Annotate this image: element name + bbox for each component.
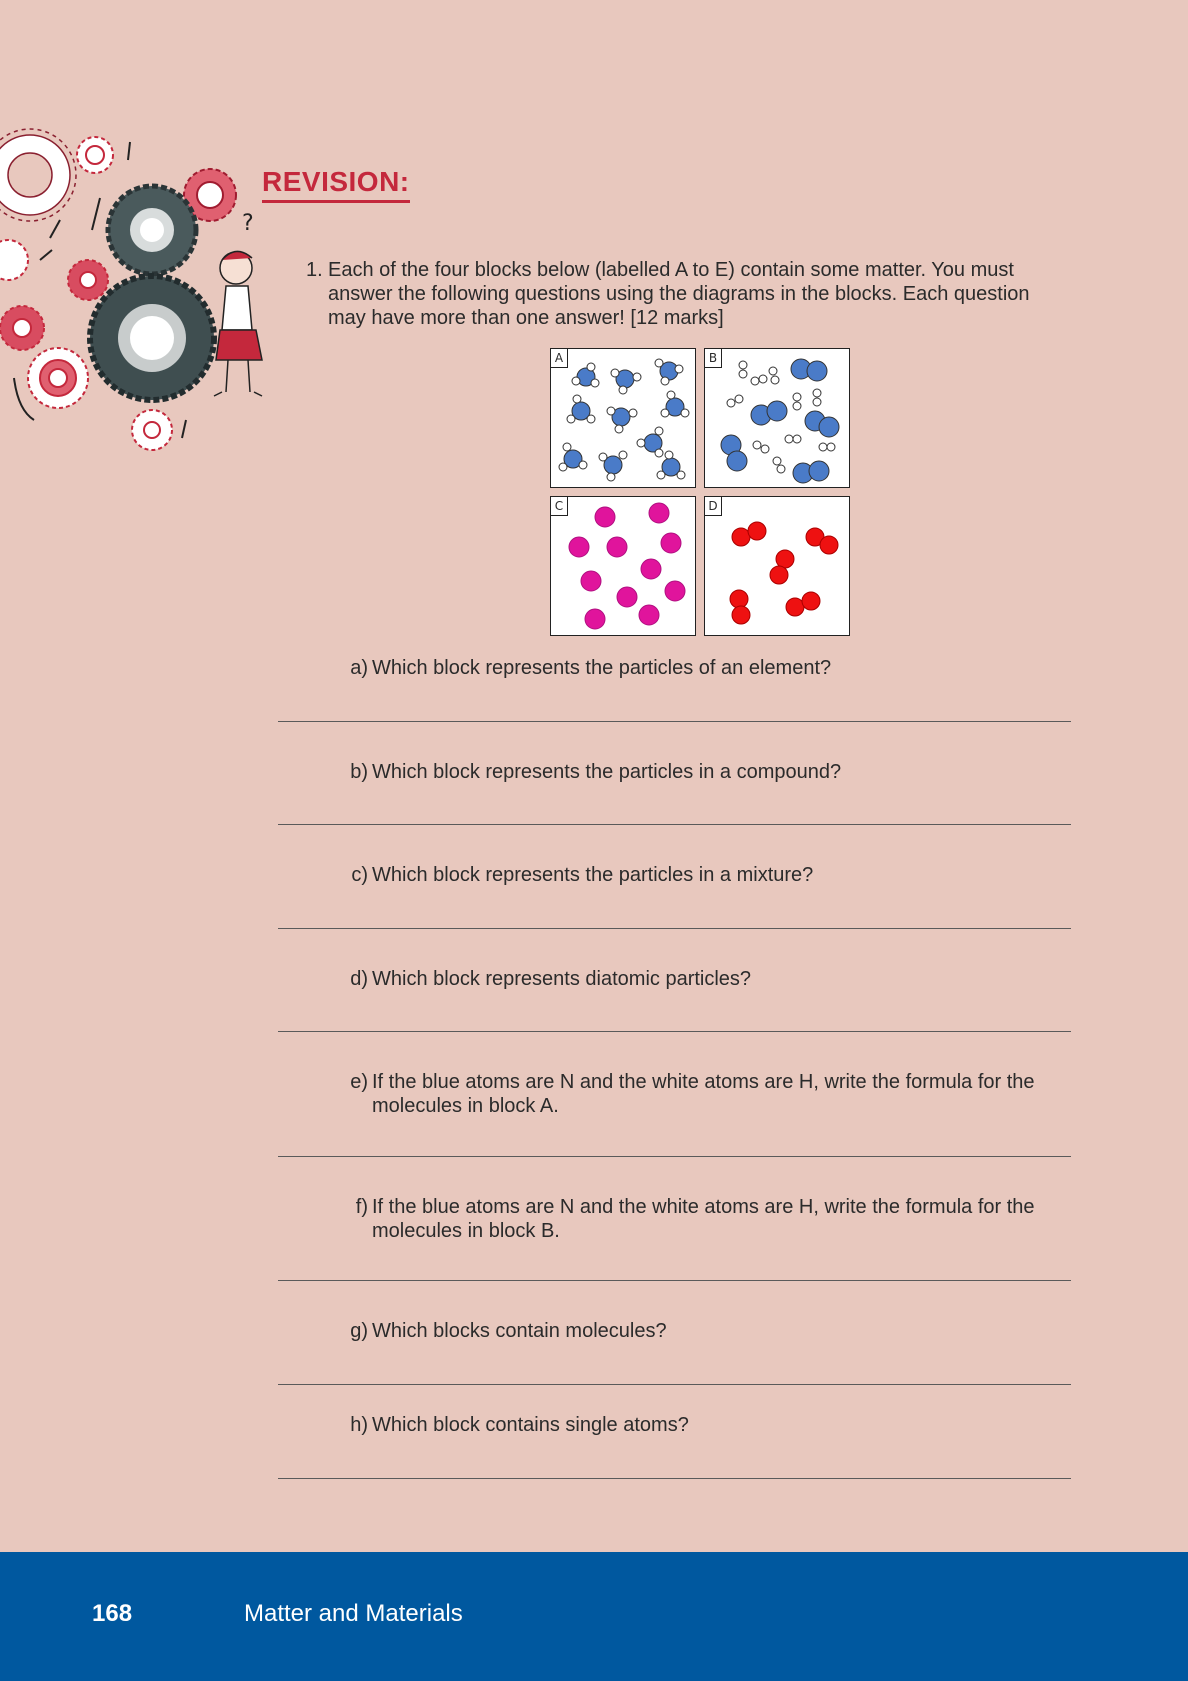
answer-line-e[interactable] xyxy=(278,1156,1071,1157)
question-number: 1. xyxy=(306,259,323,281)
sub-question-label: a) xyxy=(350,657,368,679)
white-gear-icon xyxy=(0,134,71,216)
answer-line-g[interactable] xyxy=(278,1384,1071,1385)
sub-question-label: e) xyxy=(350,1071,368,1093)
block-d-particles xyxy=(729,521,839,625)
block-a-particles xyxy=(558,358,690,482)
footer-title: Matter and Materials xyxy=(244,1600,463,1627)
girl-icon: ? xyxy=(213,211,263,397)
sub-question-text: Which block represents the particles in … xyxy=(372,864,814,886)
answer-line-a[interactable] xyxy=(278,721,1071,722)
sub-question-label: d) xyxy=(350,968,368,990)
gears-illustration: ? xyxy=(0,120,270,470)
answer-line-d[interactable] xyxy=(278,1031,1071,1032)
svg-text:?: ? xyxy=(242,211,254,236)
sub-question-text: Which block represents the particles of … xyxy=(372,657,832,679)
revision-heading: REVISION: xyxy=(262,166,410,203)
answer-line-h[interactable] xyxy=(278,1478,1071,1479)
metal-gear-icon xyxy=(87,183,217,403)
sub-question-text: Which blocks contain molecules? xyxy=(372,1320,667,1342)
sub-question-text: If the blue atoms are N and the white at… xyxy=(372,1196,1035,1242)
page-footer: 168 Matter and Materials xyxy=(0,1552,1188,1681)
question-text: Each of the four blocks below (labelled … xyxy=(328,259,1030,329)
block-c: C xyxy=(550,496,696,636)
block-c-label: C xyxy=(551,497,568,516)
block-d: D xyxy=(704,496,850,636)
sub-question-text: Which block represents diatomic particle… xyxy=(372,968,752,990)
block-c-particles xyxy=(568,502,686,630)
sub-question-label: f) xyxy=(355,1196,368,1218)
block-a-label: A xyxy=(551,349,568,368)
sub-question-text: Which block represents the particles in … xyxy=(372,761,842,783)
page-number: 168 xyxy=(92,1600,133,1627)
sub-question-label: g) xyxy=(350,1320,368,1342)
answer-line-c[interactable] xyxy=(278,928,1071,929)
block-b-label: B xyxy=(705,349,722,368)
small-gear-icon xyxy=(76,136,114,174)
sub-question-text: If the blue atoms are N and the white at… xyxy=(372,1071,1035,1117)
answer-line-f[interactable] xyxy=(278,1280,1071,1281)
sub-question-label: h) xyxy=(350,1414,368,1436)
sub-question-label: b) xyxy=(350,761,368,783)
block-b-particles xyxy=(720,358,840,484)
sub-question-text: Which block contains single atoms? xyxy=(372,1414,689,1436)
block-d-label: D xyxy=(705,497,722,516)
answer-line-b[interactable] xyxy=(278,824,1071,825)
block-b: B xyxy=(704,348,850,488)
sub-question-label: c) xyxy=(351,864,368,886)
block-a: A xyxy=(550,348,696,488)
